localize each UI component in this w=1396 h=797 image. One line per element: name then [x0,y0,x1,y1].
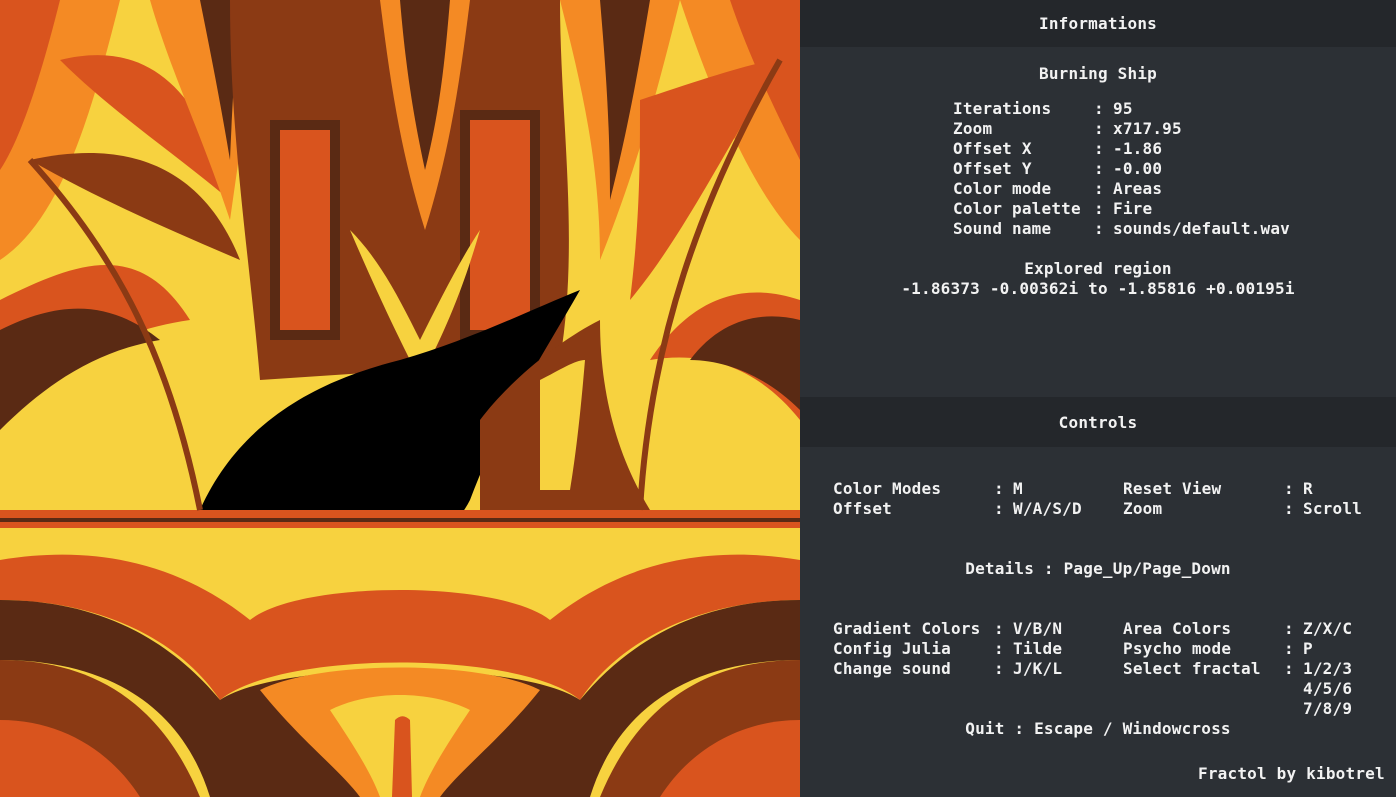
info-panel: Informations Burning Ship Iterations:95 Z… [800,0,1396,797]
info-field-value: sounds/default.wav [1113,219,1290,238]
fractal-name: Burning Ship [1039,64,1157,83]
info-field-value: -0.00 [1113,159,1163,178]
control-label: Color Modes [833,479,942,498]
informations-title: Informations [1039,14,1157,33]
control-key: Z/X/C [1303,619,1353,638]
control-separator: : [1284,619,1294,638]
credit-text: Fractol by kibotrel [1198,764,1385,783]
burning-ship-render[interactable] [0,0,800,797]
explored-region-value: -1.86373 -0.00362i to -1.85816 +0.00195i [901,279,1295,298]
info-field-label: Offset Y [953,159,1032,178]
informations-header: Informations [800,0,1396,47]
control-label: Gradient Colors [833,619,981,638]
fractal-viewport[interactable] [0,0,800,797]
explored-region-title: Explored region [1024,259,1172,278]
control-separator: : [1284,479,1294,498]
control-key: M [1013,479,1023,498]
control-key: Scroll [1303,499,1362,518]
control-label: Psycho mode [1123,639,1232,658]
quit-label: Quit [965,719,1005,738]
control-label: Config Julia [833,639,951,658]
details-control: Details : Page_Up/Page_Down [965,559,1231,578]
info-field-separator: : [1094,119,1104,138]
info-field-label: Offset X [953,139,1032,158]
info-field-label: Iterations [953,99,1052,118]
control-separator: : [1284,499,1294,518]
control-key: V/B/N [1013,619,1063,638]
control-key: J/K/L [1013,659,1063,678]
control-separator: : [994,659,1004,678]
details-key: Page_Up/Page_Down [1063,559,1231,578]
info-field-separator: : [1094,139,1104,158]
quit-control: Quit : Escape / Windowcross [965,719,1231,738]
details-label: Details [965,559,1035,578]
control-label: Change sound [833,659,951,678]
info-field-separator: : [1094,159,1104,178]
info-field-value: 95 [1113,99,1133,118]
info-field-separator: : [1094,99,1104,118]
info-field-value: -1.86 [1113,139,1163,158]
info-field-value: Fire [1113,199,1153,218]
control-separator: : [994,639,1004,658]
info-field-label: Color mode [953,179,1052,198]
control-separator: : [994,499,1004,518]
info-field-label: Sound name [953,219,1052,238]
control-separator: : [994,619,1004,638]
control-separator: : [1284,659,1294,678]
control-key: 1/2/3 [1303,659,1353,678]
fractol-window: Informations Burning Ship Iterations:95 Z… [0,0,1396,797]
quit-key: Escape / Windowcross [1034,719,1231,738]
controls-header: Controls [800,397,1396,447]
control-label: Select fractal [1123,659,1261,678]
control-label: Offset [833,499,892,518]
control-key: R [1303,479,1313,498]
control-key: P [1303,639,1313,658]
select-fractal-keys-2: 4/5/6 [1303,679,1353,698]
control-label: Reset View [1123,479,1222,498]
control-key: W/A/S/D [1013,499,1082,518]
info-field-separator: : [1094,179,1104,198]
control-separator: : [994,479,1004,498]
control-key: Tilde [1013,639,1063,658]
info-field-label: Zoom [953,119,993,138]
info-field-separator: : [1094,219,1104,238]
info-field-value: x717.95 [1113,119,1182,138]
controls-title: Controls [1058,413,1138,432]
info-field-label: Color palette [953,199,1081,218]
control-label: Zoom [1123,499,1163,518]
info-field-value: Areas [1113,179,1163,198]
info-field-separator: : [1094,199,1104,218]
select-fractal-keys-3: 7/8/9 [1303,699,1353,718]
control-label: Area Colors [1123,619,1232,638]
control-separator: : [1284,639,1294,658]
